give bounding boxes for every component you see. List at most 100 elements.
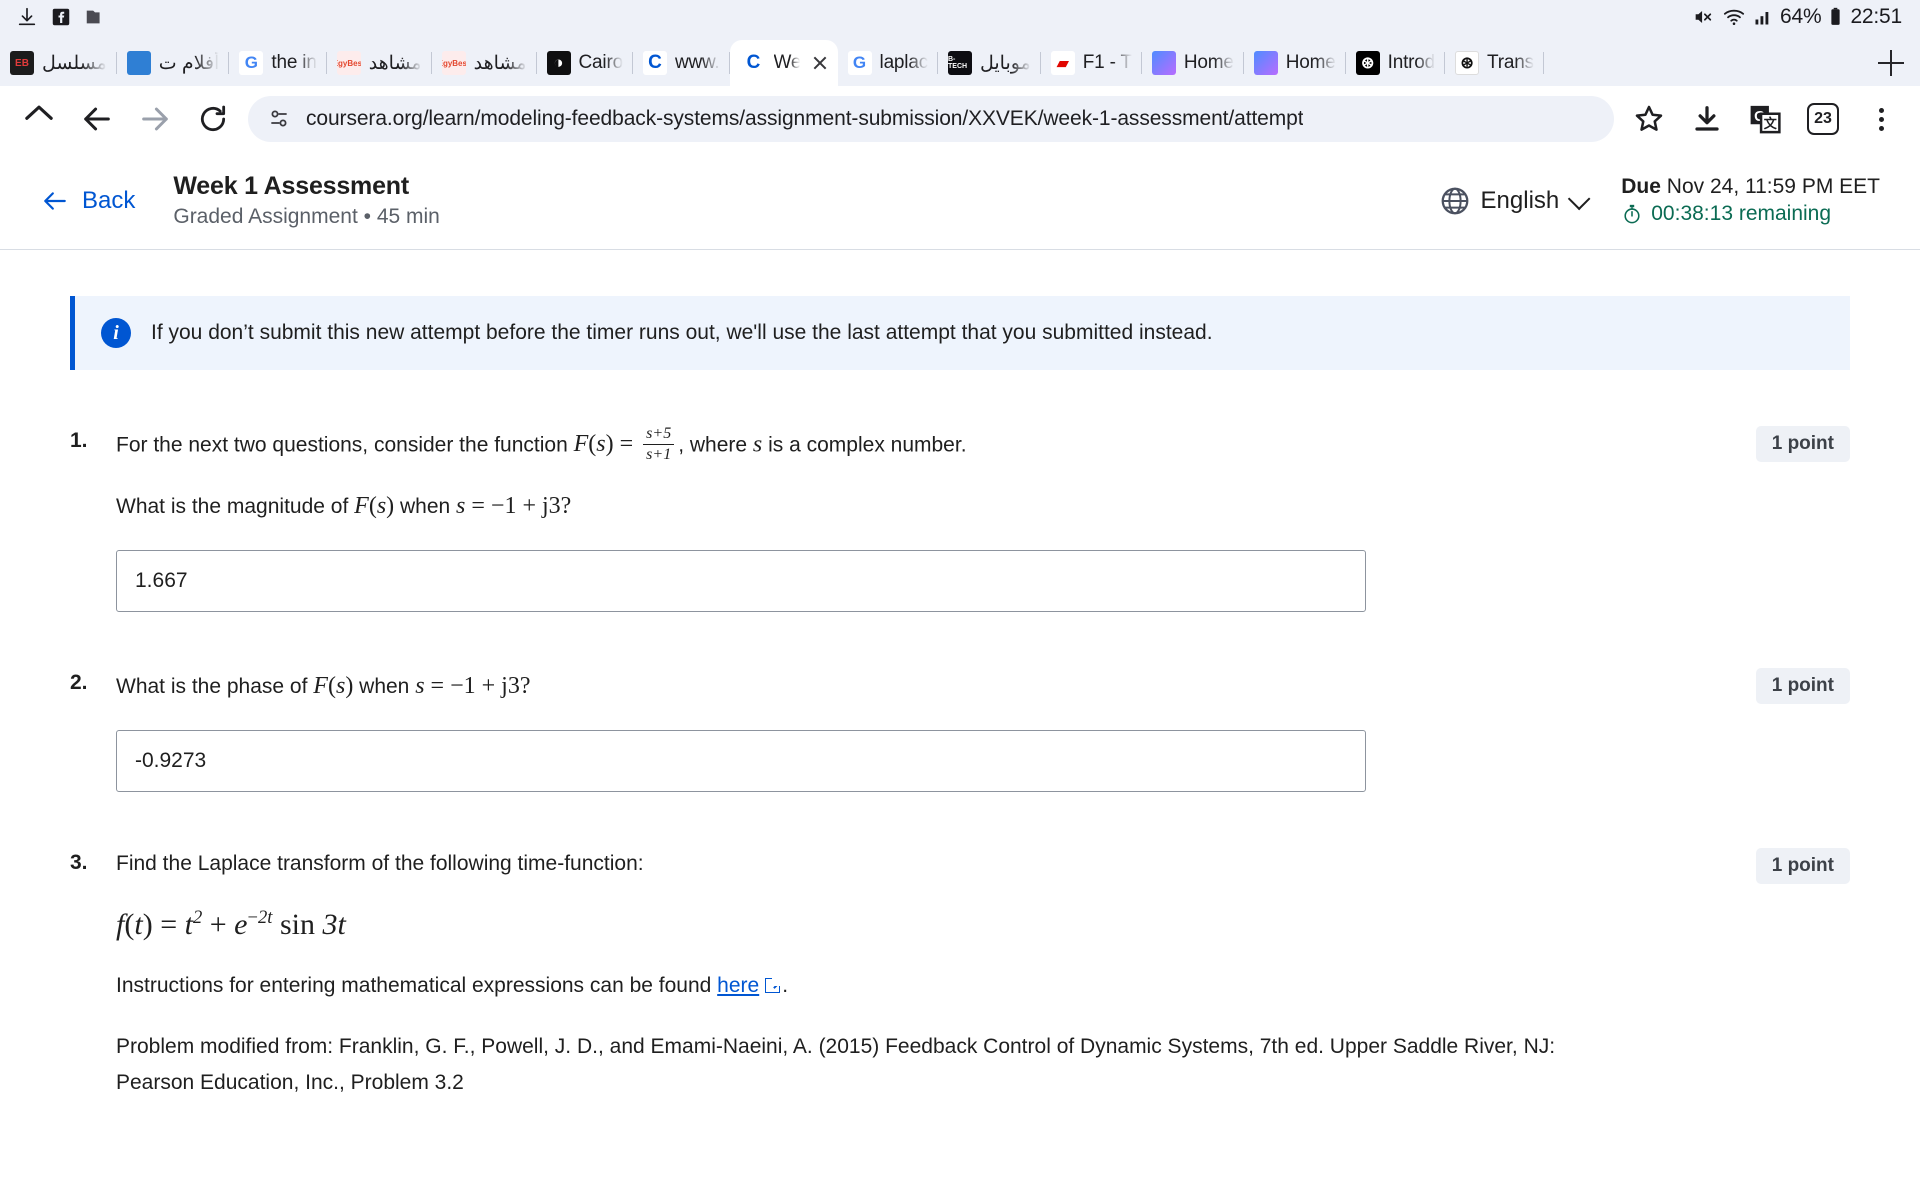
browser-tab[interactable]: Cwww. bbox=[633, 40, 730, 86]
back-button[interactable] bbox=[68, 90, 126, 148]
home-button[interactable] bbox=[10, 90, 68, 148]
browser-tab[interactable]: Gthe in bbox=[229, 40, 327, 86]
site-settings-icon[interactable] bbox=[268, 107, 292, 131]
fraction-denominator: s+1 bbox=[646, 446, 672, 464]
svg-text:文: 文 bbox=[1764, 116, 1778, 131]
downloads-button[interactable] bbox=[1678, 90, 1736, 148]
header-right: English Due Nov 24, 11:59 PM EET 00:38:1… bbox=[1439, 175, 1880, 226]
tab-title: laplac bbox=[879, 52, 928, 73]
language-label: English bbox=[1480, 186, 1560, 214]
browser-tab-strip[interactable]: EBمسلسلأفلام تGthe inEgyBestمشاهدEgyBest… bbox=[0, 34, 1920, 86]
question-text-part2: , where bbox=[678, 433, 748, 457]
download-icon bbox=[18, 7, 36, 26]
browser-tab[interactable]: Glaplac bbox=[838, 40, 939, 86]
wifi-icon bbox=[1723, 9, 1745, 25]
math-s-inline: s bbox=[752, 431, 763, 458]
citation-line-cut: Pearson Education, Inc., Problem 3.2 bbox=[116, 1071, 464, 1095]
address-bar[interactable]: coursera.org/learn/modeling-feedback-sys… bbox=[248, 96, 1614, 142]
google-icon: G bbox=[847, 51, 872, 75]
translate-button[interactable]: G 文 bbox=[1736, 90, 1794, 148]
question-1: 1. For the next two questions, consider … bbox=[40, 425, 1880, 612]
coursera-icon: C bbox=[642, 51, 667, 75]
browser-tab[interactable]: ◑ Cairo bbox=[537, 40, 634, 86]
new-tab-button[interactable] bbox=[1862, 40, 1920, 86]
points-badge-1: 1 point bbox=[1755, 426, 1850, 462]
menu-button[interactable] bbox=[1852, 90, 1910, 148]
gemini-icon bbox=[1151, 51, 1176, 75]
forward-button[interactable] bbox=[126, 90, 184, 148]
browser-tab[interactable]: EgyBest مشاهد bbox=[432, 40, 537, 86]
timer-line: 00:38:13 remaining bbox=[1621, 202, 1831, 226]
browser-tab[interactable]: Home bbox=[1142, 40, 1244, 86]
tab-title: the in bbox=[271, 52, 317, 73]
tab-count: 23 bbox=[1807, 103, 1839, 135]
globe-dark-icon: ◑ bbox=[546, 51, 571, 75]
tab-title: مسلسل bbox=[42, 52, 107, 74]
back-link[interactable]: Back bbox=[40, 187, 135, 215]
browser-tab[interactable]: ⊛ Trans bbox=[1445, 40, 1544, 86]
tab-title: مشاهد bbox=[368, 52, 422, 74]
forward-arrow-icon bbox=[142, 107, 168, 131]
due-info: Due Nov 24, 11:59 PM EET 00:38:13 remain… bbox=[1621, 175, 1880, 226]
external-link-icon bbox=[765, 974, 785, 994]
facebook-icon bbox=[52, 8, 70, 26]
points-badge-3: 1 point bbox=[1755, 847, 1850, 884]
tab-title: مشاهد bbox=[473, 52, 527, 74]
three-dot-menu-icon bbox=[1878, 107, 1884, 131]
question-number: 3. bbox=[70, 850, 88, 874]
header-titles: Week 1 Assessment Graded Assignment • 45… bbox=[173, 172, 440, 229]
status-bar-system-icons: 64% 22:51 bbox=[1691, 0, 1902, 34]
citation-line: Problem modified from: Franklin, G. F., … bbox=[116, 1034, 1556, 1058]
question-text: Find the Laplace transform of the follow… bbox=[116, 851, 644, 875]
tab-title: Home bbox=[1285, 52, 1336, 73]
tab-title: www. bbox=[674, 52, 720, 73]
tab-title: Trans bbox=[1487, 52, 1534, 73]
question-text-part3: is a complex number. bbox=[768, 433, 967, 457]
browser-toolbar[interactable]: coursera.org/learn/modeling-feedback-sys… bbox=[0, 86, 1920, 152]
download-icon bbox=[1695, 106, 1719, 131]
tab-title: Home bbox=[1183, 52, 1234, 73]
star-icon bbox=[1635, 105, 1663, 131]
math-F-of-s-3: F(s) bbox=[313, 672, 354, 699]
question-subtext: What is the magnitude of F(s) when s = −… bbox=[116, 488, 1726, 524]
question-body: What is the phase of F(s) when s = −1 + … bbox=[116, 668, 1726, 792]
answer-input-1[interactable]: 1.667 bbox=[116, 549, 1366, 612]
browser-tab[interactable]: أفلام ت bbox=[117, 40, 230, 86]
close-icon[interactable] bbox=[810, 53, 830, 73]
math-F-of-s-2: F(s) bbox=[354, 492, 395, 519]
q2-line-mid: when bbox=[359, 674, 410, 698]
answer-value: 1.667 bbox=[135, 568, 188, 592]
tab-list[interactable]: EBمسلسلأفلام تGthe inEgyBestمشاهدEgyBest… bbox=[0, 34, 1862, 86]
volume-mute-icon bbox=[1695, 11, 1712, 23]
url-text[interactable]: coursera.org/learn/modeling-feedback-sys… bbox=[306, 107, 1303, 131]
math-fraction: s+5 s+1 bbox=[643, 425, 675, 465]
bookmark-button[interactable] bbox=[1620, 90, 1678, 148]
q1-line2-pre: What is the magnitude of bbox=[116, 494, 349, 518]
browser-tab[interactable]: EB مسلسل bbox=[0, 40, 117, 86]
aljazeera-icon bbox=[126, 51, 151, 75]
tab-switcher-button[interactable]: 23 bbox=[1794, 90, 1852, 148]
math-equals: = bbox=[619, 431, 634, 458]
info-circle-icon: i bbox=[101, 318, 131, 348]
dark-site-icon: B-TECH bbox=[948, 51, 972, 75]
instructions-link[interactable]: here bbox=[717, 974, 759, 997]
reload-button[interactable] bbox=[184, 90, 242, 148]
back-label: Back bbox=[82, 186, 136, 214]
browser-tab[interactable]: Home bbox=[1244, 40, 1346, 86]
browser-tab[interactable]: ⊛ Introd bbox=[1346, 40, 1446, 86]
formula1-icon: ▰ bbox=[1050, 51, 1075, 75]
assessment-header: Back Week 1 Assessment Graded Assignment… bbox=[0, 152, 1920, 250]
android-status-bar: 64% 22:51 bbox=[0, 0, 1920, 34]
math-F: F bbox=[573, 431, 589, 458]
browser-tab[interactable]: EgyBest مشاهد bbox=[327, 40, 432, 86]
assessment-content: i If you don’t submit this new attempt b… bbox=[0, 296, 1920, 1099]
battery-percent: 64% bbox=[1780, 5, 1822, 28]
browser-tab[interactable]: B-TECH موبايل bbox=[938, 40, 1041, 86]
battery-icon bbox=[1831, 7, 1841, 25]
answer-input-2[interactable]: -0.9273 bbox=[116, 729, 1366, 792]
math-s-equals-2: = −1 + j3? bbox=[430, 672, 531, 699]
browser-tab[interactable]: ▰ F1 - T bbox=[1041, 40, 1143, 86]
browser-tab-active[interactable]: C We bbox=[729, 40, 838, 86]
points-badge-2: 1 point bbox=[1755, 667, 1850, 704]
language-selector[interactable]: English bbox=[1439, 185, 1591, 217]
